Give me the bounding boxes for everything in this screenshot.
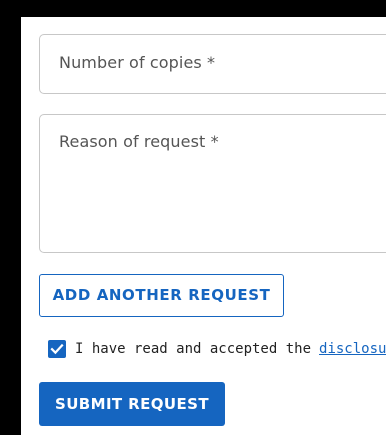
check-icon [50, 343, 64, 355]
reason-of-request-placeholder: Reason of request * [59, 132, 219, 151]
consent-row: I have read and accepted the disclosure [48, 339, 386, 359]
reason-of-request-field[interactable]: Reason of request * [39, 114, 386, 253]
number-of-copies-field[interactable]: Number of copies * [39, 34, 386, 94]
disclosure-link[interactable]: disclosure [319, 341, 386, 357]
consent-checkbox[interactable] [48, 340, 66, 358]
request-form-panel: Number of copies * Reason of request * A… [21, 17, 386, 435]
number-of-copies-placeholder: Number of copies * [59, 53, 216, 72]
consent-text: I have read and accepted the [75, 341, 312, 357]
submit-request-button[interactable]: SUBMIT REQUEST [39, 382, 225, 426]
add-another-request-button[interactable]: ADD ANOTHER REQUEST [39, 274, 284, 317]
